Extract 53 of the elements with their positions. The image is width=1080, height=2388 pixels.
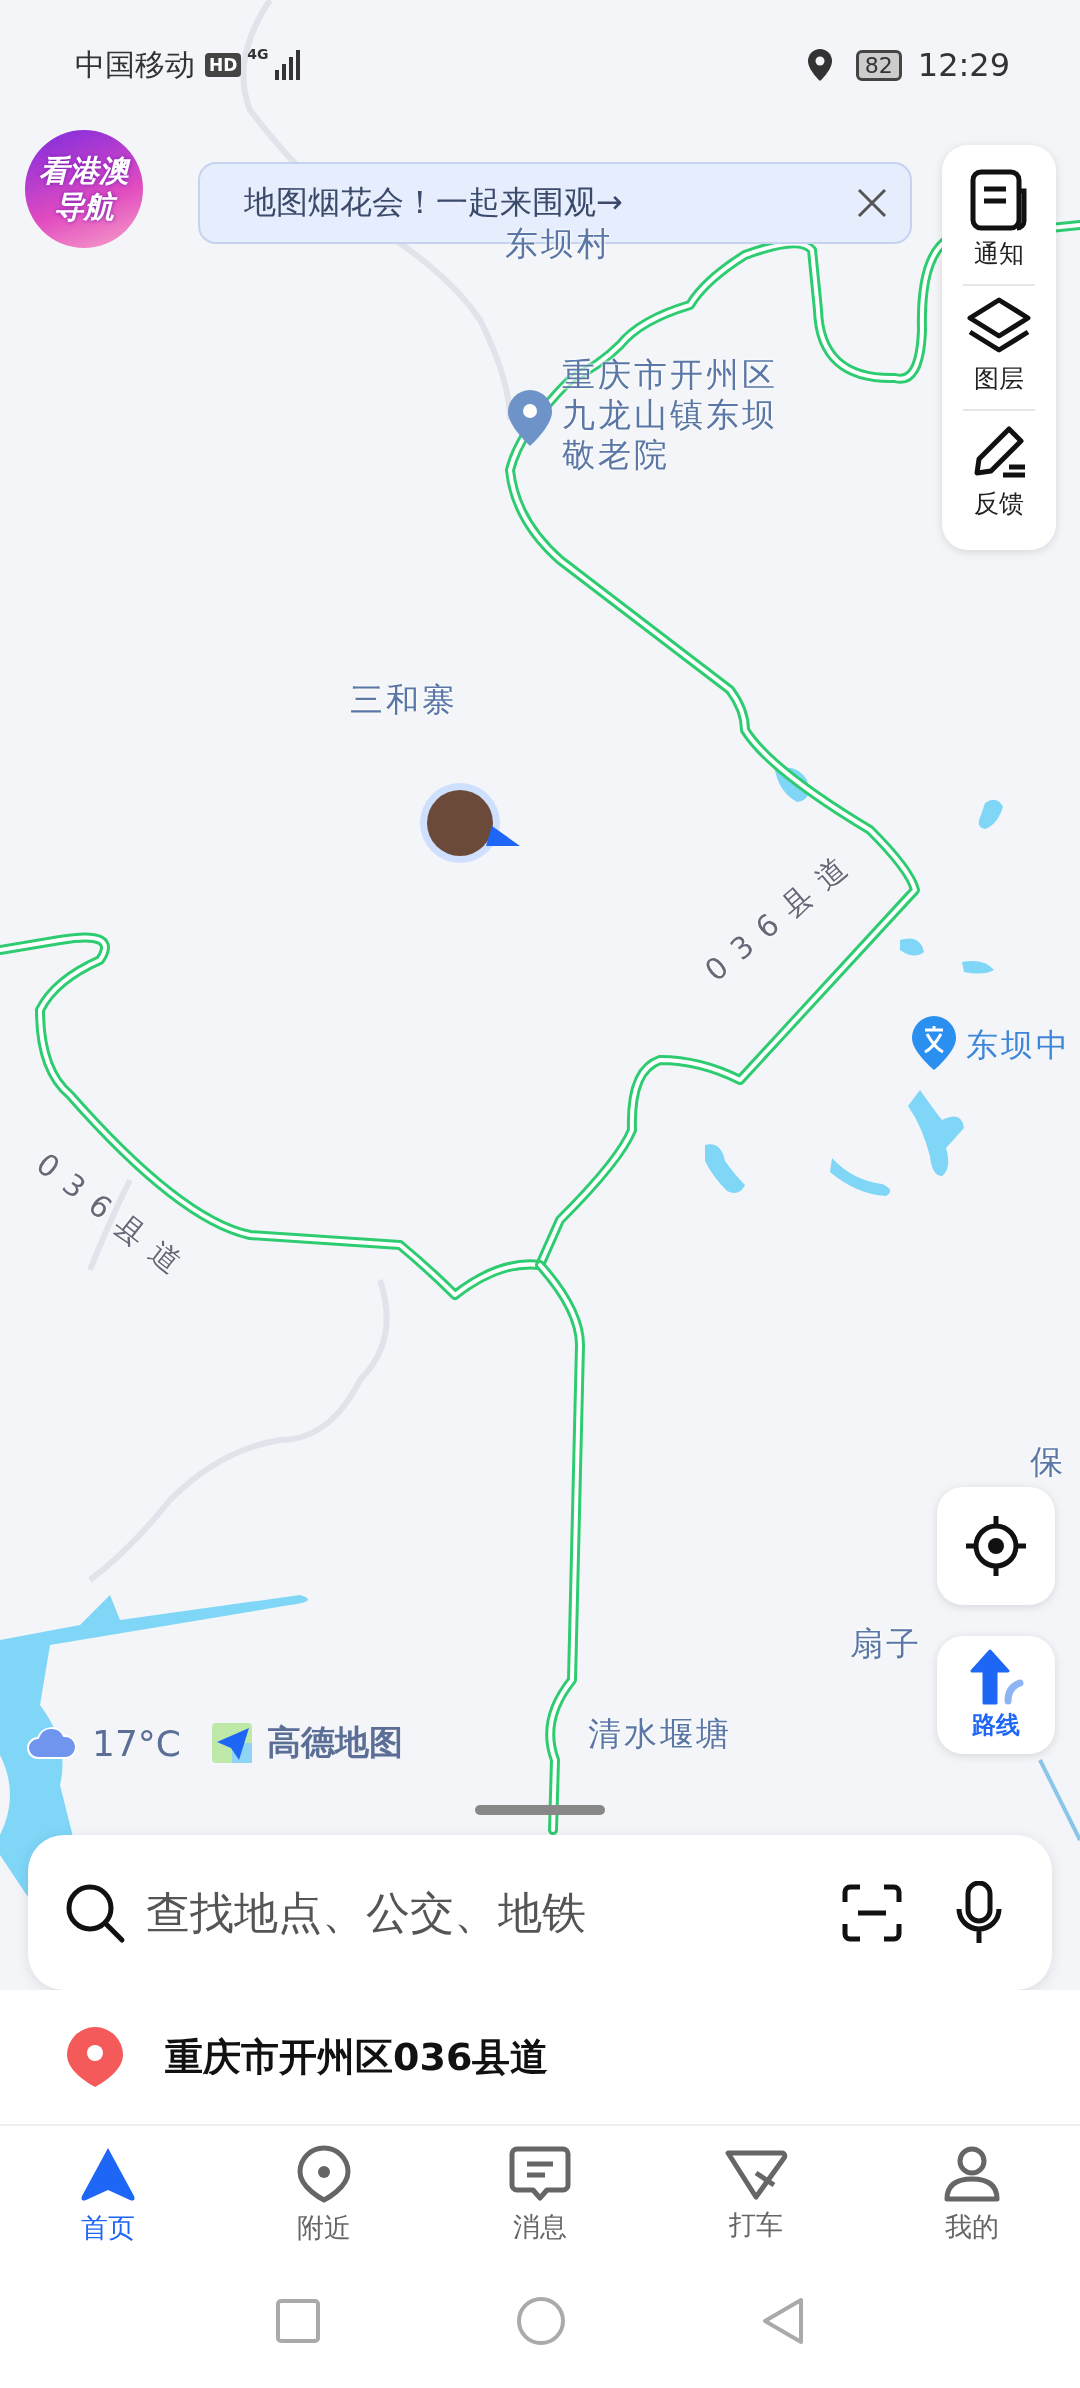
hd-badge: HD [205, 53, 242, 77]
current-address: 重庆市开州区036县道 [165, 2033, 549, 2081]
search-field[interactable]: 查找地点、公交、地铁 [28, 1835, 1052, 1990]
tab[interactable]: 附近 [216, 2126, 432, 2264]
cloud-icon [26, 1726, 78, 1760]
pond [978, 799, 1003, 829]
message-icon [509, 2145, 571, 2203]
tab[interactable]: 首页 [0, 2126, 216, 2264]
map-pin-icon[interactable] [508, 390, 552, 446]
drag-handle[interactable] [475, 1805, 605, 1815]
location-pin-icon [65, 2025, 125, 2089]
pond [830, 1158, 891, 1196]
route-button[interactable]: 路线 [937, 1636, 1055, 1754]
place-label: 清水堰塘 [588, 1713, 732, 1755]
close-icon[interactable] [856, 187, 888, 219]
location-pin-icon [296, 2144, 352, 2204]
back-icon[interactable] [761, 2296, 805, 2346]
network-type: 4G [247, 46, 269, 62]
document-icon [970, 169, 1028, 231]
banner-text: 地图烟花会！一起来围观→ [244, 182, 624, 223]
pond [705, 1144, 745, 1193]
school-pin-icon[interactable] [912, 1016, 956, 1070]
paper-plane-icon [210, 1722, 253, 1764]
home-icon[interactable] [516, 2296, 566, 2346]
person-icon [943, 2145, 1001, 2203]
locate-button[interactable] [937, 1487, 1055, 1605]
pond [775, 767, 809, 802]
recent-apps-icon[interactable] [275, 2298, 321, 2344]
pond [900, 938, 924, 956]
toolbar-button[interactable]: 反馈 [965, 411, 1033, 534]
tab[interactable]: 我的 [864, 2126, 1080, 2264]
place-label: 扇子 [850, 1623, 922, 1665]
location-icon [807, 49, 832, 81]
place-label: 保 [1030, 1441, 1066, 1483]
carrier-name: 中国移动 [75, 45, 195, 84]
place-label: 三和寨 [350, 679, 458, 721]
clock-time: 12:29 [917, 46, 1010, 84]
arrow-up-icon [968, 1649, 1024, 1707]
tab[interactable]: 消息 [432, 2126, 648, 2264]
app-logo-text: 高德地图 [266, 1721, 403, 1764]
battery-level: 82 [855, 49, 902, 81]
pond [962, 961, 994, 974]
crosshair-icon [964, 1514, 1028, 1578]
search-input[interactable]: 查找地点、公交、地铁 [144, 1886, 824, 1939]
microphone-icon[interactable] [956, 1880, 1002, 1945]
poi-label[interactable]: 东坝中 [966, 1024, 1071, 1068]
tab[interactable]: 打车 [648, 2126, 864, 2264]
promo-badge[interactable]: 看港澳 导航 [25, 130, 143, 248]
scan-icon[interactable] [842, 1883, 902, 1942]
toolbar-button[interactable]: 图层 [962, 286, 1036, 409]
temperature: 17°C [92, 1722, 181, 1764]
toolbar-button[interactable]: 通知 [966, 159, 1032, 284]
signal-icon [274, 50, 301, 80]
